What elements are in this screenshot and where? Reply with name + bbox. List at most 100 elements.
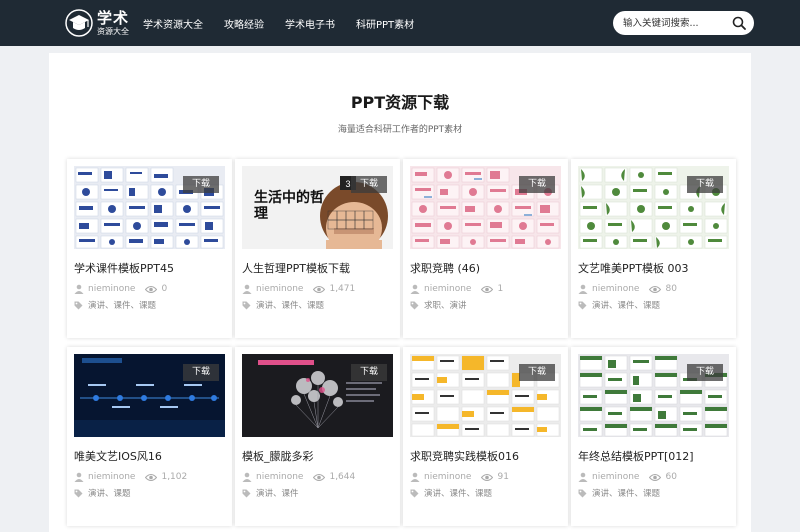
user-icon <box>578 472 588 482</box>
card-tag-list[interactable]: 演讲、课件、课题 <box>88 299 156 311</box>
card-title[interactable]: 唯美文艺IOS风16 <box>74 448 229 464</box>
card-thumbnail[interactable]: 下载 <box>410 166 561 249</box>
graduation-cap-icon <box>65 9 93 37</box>
card-thumbnail[interactable]: 下载 <box>74 166 225 249</box>
eye-icon <box>481 285 494 293</box>
nav-ppt-materials[interactable]: 科研PPT素材 <box>356 16 414 31</box>
resource-card[interactable]: 下载 模板_朦胧多彩 nieminone 1,644 演讲、课件 <box>235 347 400 526</box>
cover-number: 3 <box>345 179 350 189</box>
card-tag-list[interactable]: 求职、演讲 <box>424 299 467 311</box>
card-title[interactable]: 模板_朦胧多彩 <box>242 448 397 464</box>
card-tag-list[interactable]: 演讲、课件、课题 <box>592 487 660 499</box>
resource-card[interactable]: 下载 求职竞聘实践模板016 nieminone 91 演讲、课件、课题 <box>403 347 568 526</box>
card-author[interactable]: nieminone <box>256 284 303 294</box>
tag-icon <box>74 301 83 309</box>
eye-icon <box>481 473 494 481</box>
resource-card[interactable]: 下载 学术课件模板PPT45 nieminone 0 演讲、课件、课题 <box>67 159 232 338</box>
card-tags: 演讲、课件、课题 <box>410 487 492 499</box>
card-title[interactable]: 求职竞聘实践模板016 <box>410 448 565 464</box>
card-tag-list[interactable]: 演讲、课件、课题 <box>424 487 492 499</box>
user-icon <box>242 472 252 482</box>
card-meta: nieminone 91 <box>410 471 509 483</box>
card-tag-list[interactable]: 演讲、课件 <box>256 487 299 499</box>
card-author[interactable]: nieminone <box>256 472 303 482</box>
resource-card[interactable]: 3 生活中的哲理 下载 人生哲理PPT模板下载 nieminone 1,471 … <box>235 159 400 338</box>
card-author[interactable]: nieminone <box>88 284 135 294</box>
card-author[interactable]: nieminone <box>592 472 639 482</box>
download-button[interactable]: 下载 <box>351 364 387 381</box>
nav-ebooks[interactable]: 学术电子书 <box>285 16 335 31</box>
download-button[interactable]: 下载 <box>183 176 219 193</box>
card-views: 1,102 <box>161 472 188 482</box>
tag-icon <box>578 301 587 309</box>
card-title[interactable]: 年终总结模板PPT[012] <box>578 448 733 464</box>
card-author[interactable]: nieminone <box>424 284 471 294</box>
card-thumbnail[interactable]: 3 生活中的哲理 下载 <box>242 166 393 249</box>
card-author[interactable]: nieminone <box>424 472 471 482</box>
card-views: 91 <box>497 472 509 482</box>
card-title[interactable]: 求职竞聘 (46) <box>410 260 565 276</box>
download-button[interactable]: 下载 <box>351 176 387 193</box>
search-icon[interactable] <box>732 16 746 30</box>
content-panel: PPT资源下载 海量适合科研工作者的PPT素材 下载 学术课件模板PPT45 n… <box>49 53 751 532</box>
card-tags: 求职、演讲 <box>410 299 467 311</box>
user-icon <box>74 472 84 482</box>
download-button[interactable]: 下载 <box>183 364 219 381</box>
download-button[interactable]: 下载 <box>687 364 723 381</box>
logo-subtitle: 资源大全 <box>97 26 129 36</box>
user-icon <box>242 284 252 294</box>
tag-icon <box>74 489 83 497</box>
eye-icon <box>313 285 326 293</box>
eye-icon <box>649 285 662 293</box>
nav-guides[interactable]: 攻略经验 <box>224 16 264 31</box>
card-tags: 演讲、课题 <box>74 487 131 499</box>
card-tag-list[interactable]: 演讲、课题 <box>88 487 131 499</box>
download-button[interactable]: 下载 <box>519 176 555 193</box>
user-icon <box>410 472 420 482</box>
card-tags: 演讲、课件、课题 <box>74 299 156 311</box>
eye-icon <box>145 285 158 293</box>
card-tags: 演讲、课件 <box>242 487 299 499</box>
card-thumbnail[interactable]: 下载 <box>242 354 393 437</box>
card-meta: nieminone 0 <box>74 283 167 295</box>
tag-icon <box>410 301 419 309</box>
card-title[interactable]: 人生哲理PPT模板下载 <box>242 260 397 276</box>
card-thumbnail[interactable]: 下载 <box>74 354 225 437</box>
resource-card[interactable]: 下载 年终总结模板PPT[012] nieminone 60 演讲、课件、课题 <box>571 347 736 526</box>
card-author[interactable]: nieminone <box>592 284 639 294</box>
card-title[interactable]: 文艺唯美PPT模板 003 <box>578 260 733 276</box>
main-nav: 学术资源大全 攻略经验 学术电子书 科研PPT素材 <box>143 0 435 46</box>
card-views: 0 <box>161 284 168 294</box>
download-button[interactable]: 下载 <box>687 176 723 193</box>
card-tag-list[interactable]: 演讲、课件、课题 <box>592 299 660 311</box>
tag-icon <box>242 489 251 497</box>
card-tags: 演讲、课件、课题 <box>578 299 660 311</box>
page-subtitle: 海量适合科研工作者的PPT素材 <box>337 125 463 135</box>
card-meta: nieminone 60 <box>578 471 677 483</box>
card-tags: 演讲、课件、课题 <box>242 299 324 311</box>
card-thumbnail[interactable]: 下载 <box>578 354 729 437</box>
card-thumbnail[interactable]: 下载 <box>410 354 561 437</box>
eye-icon <box>313 473 326 481</box>
card-title[interactable]: 学术课件模板PPT45 <box>74 260 229 276</box>
resource-card[interactable]: 下载 求职竞聘 (46) nieminone 1 求职、演讲 <box>403 159 568 338</box>
user-icon <box>410 284 420 294</box>
card-views: 1,644 <box>329 472 356 482</box>
card-author[interactable]: nieminone <box>88 472 135 482</box>
user-icon <box>74 284 84 294</box>
download-button[interactable]: 下载 <box>519 364 555 381</box>
search-box <box>613 11 754 35</box>
user-icon <box>578 284 588 294</box>
card-tag-list[interactable]: 演讲、课件、课题 <box>256 299 324 311</box>
site-logo[interactable]: 学术 资源大全 <box>64 6 134 40</box>
card-thumbnail[interactable]: 下载 <box>578 166 729 249</box>
card-views: 1 <box>497 284 504 294</box>
nav-academic-resources[interactable]: 学术资源大全 <box>143 16 203 31</box>
card-tags: 演讲、课件、课题 <box>578 487 660 499</box>
search-input[interactable] <box>623 14 727 32</box>
resource-card[interactable]: 下载 文艺唯美PPT模板 003 nieminone 80 演讲、课件、课题 <box>571 159 736 338</box>
tag-icon <box>242 301 251 309</box>
resource-card[interactable]: 下载 唯美文艺IOS风16 nieminone 1,102 演讲、课题 <box>67 347 232 526</box>
eye-icon <box>145 473 158 481</box>
card-views: 1,471 <box>329 284 356 294</box>
